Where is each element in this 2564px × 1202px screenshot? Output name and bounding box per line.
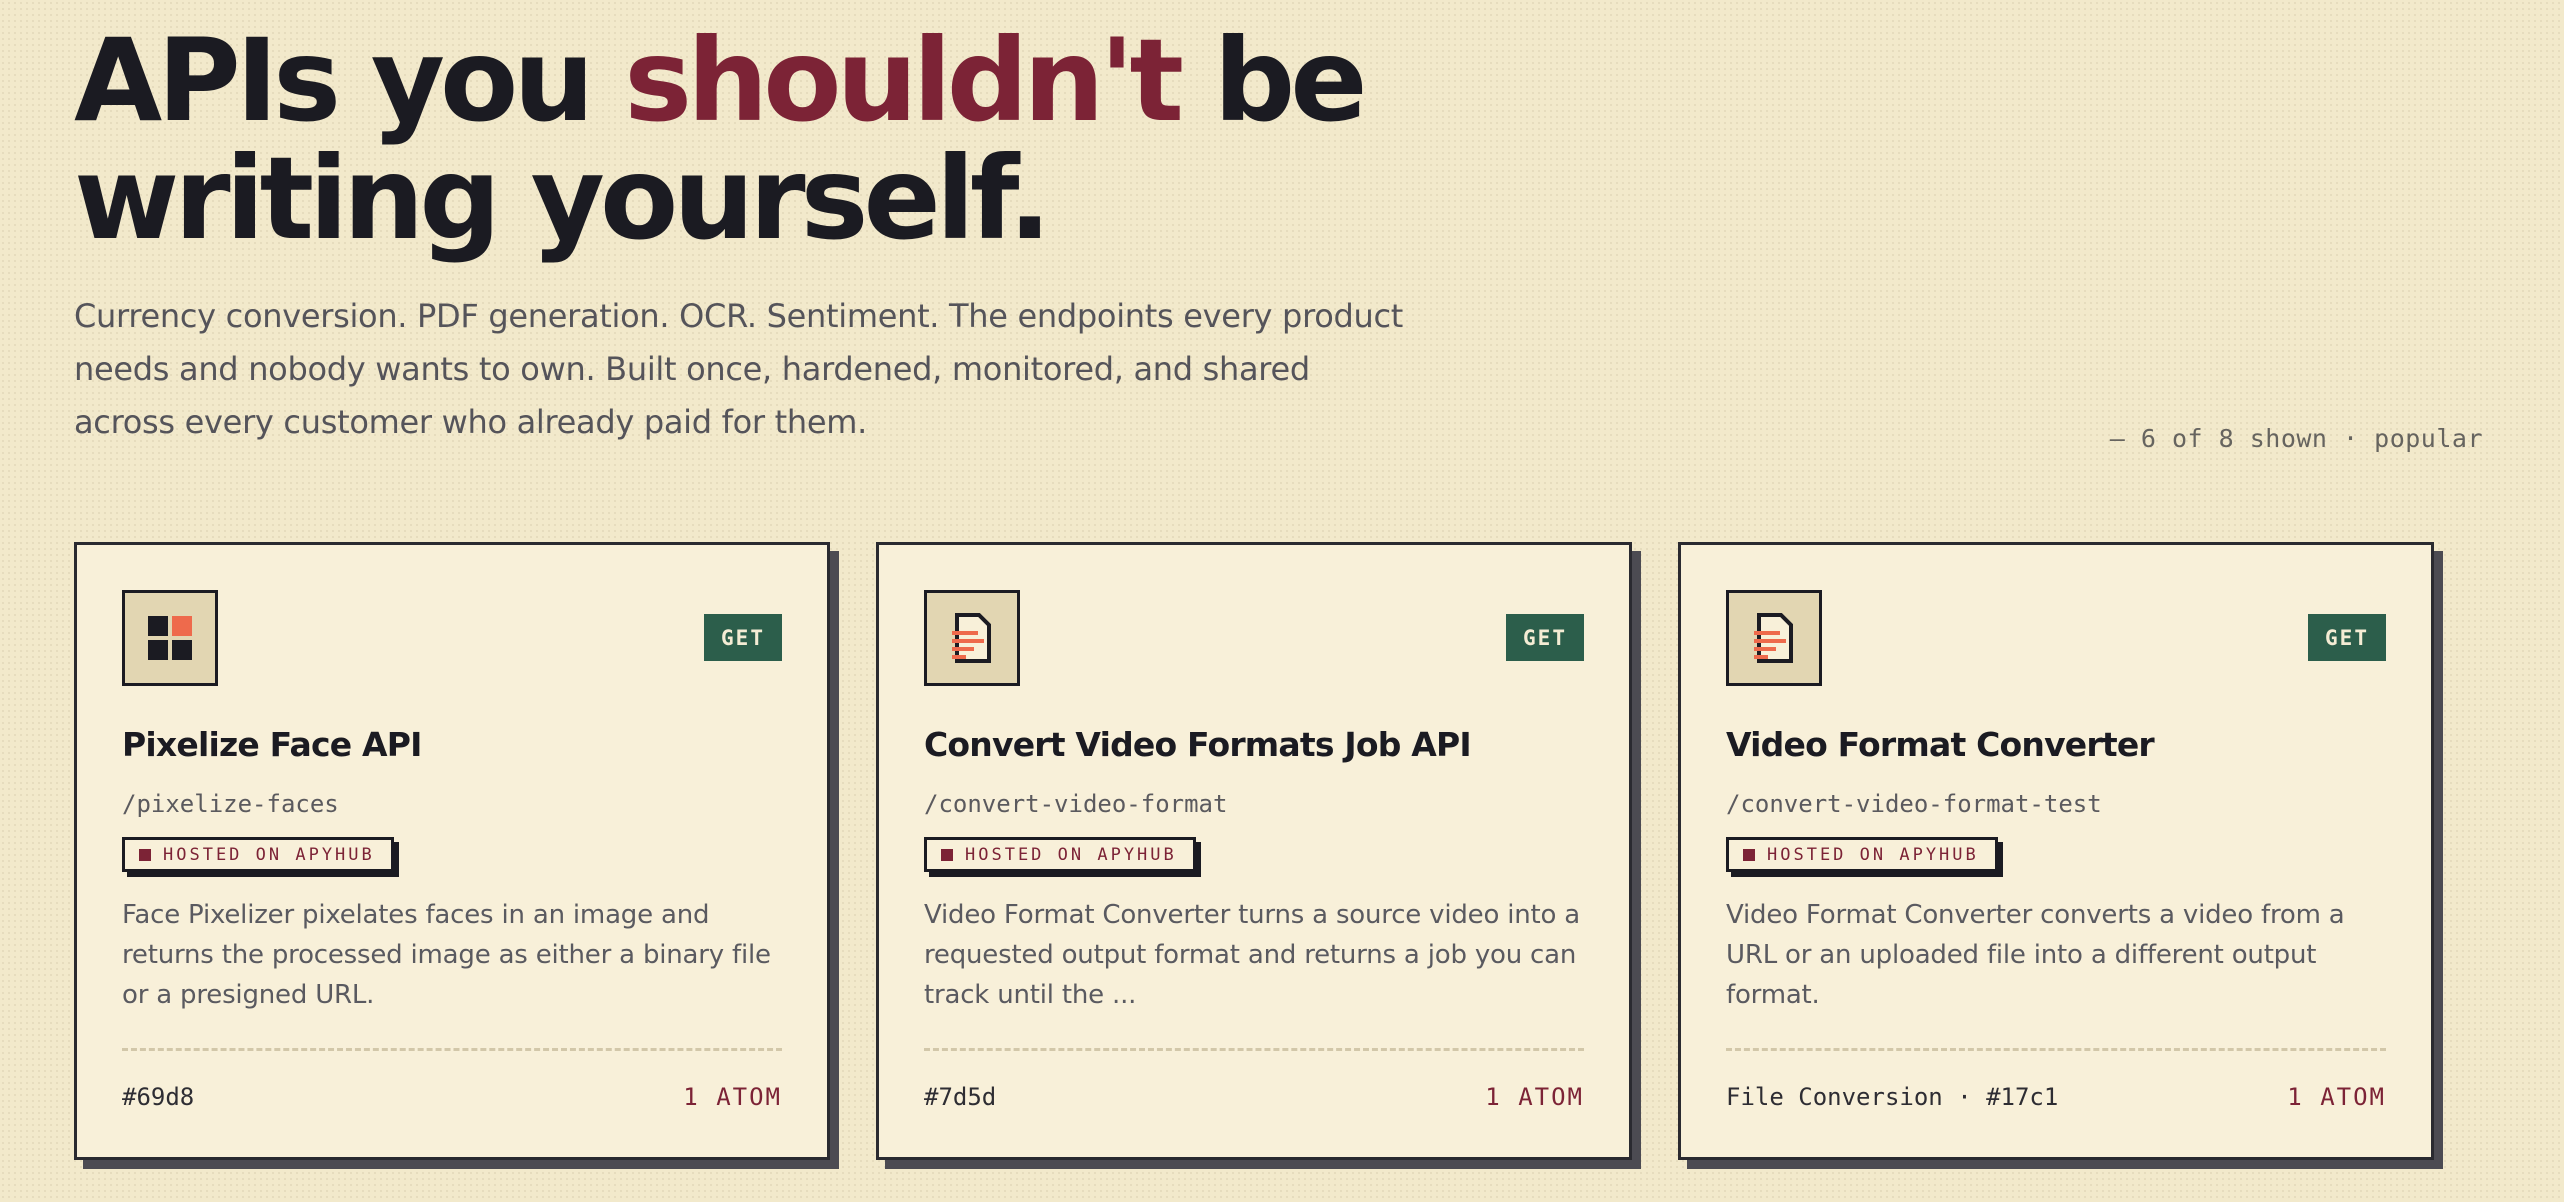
card-description: Video Format Converter converts a video … xyxy=(1726,900,2345,1010)
hosted-tag: HOSTED ON APYHUB xyxy=(924,837,1196,872)
card-meta: #7d5d xyxy=(924,1083,997,1111)
grid-tiles-icon xyxy=(122,590,218,686)
card-header: GET xyxy=(1726,590,2386,686)
card-description: Face Pixelizer pixelates faces in an ima… xyxy=(122,900,771,1010)
hosted-tag-label: HOSTED ON APYHUB xyxy=(1767,844,1979,865)
card-price: 1 ATOM xyxy=(2287,1083,2386,1111)
square-bullet-icon xyxy=(1743,848,1755,861)
card-footer: File Conversion · #17c1 1 ATOM xyxy=(1726,1081,2386,1113)
hero-section: APIs you shouldn't be writing yourself. … xyxy=(74,22,1474,449)
hosted-tag: HOSTED ON APYHUB xyxy=(1726,837,1998,872)
square-bullet-icon xyxy=(941,848,953,861)
card-title[interactable]: Pixelize Face API xyxy=(122,723,782,767)
card-endpoint-path: /convert-video-format xyxy=(924,790,1228,818)
card-price: 1 ATOM xyxy=(1485,1083,1584,1111)
hero-description: Currency conversion. PDF generation. OCR… xyxy=(74,297,1404,441)
results-count: — 6 of 8 shown · popular xyxy=(2109,424,2483,453)
card-meta: File Conversion · #17c1 xyxy=(1726,1083,2059,1111)
card-endpoint-path: /pixelize-faces xyxy=(122,790,339,818)
api-card-video-format-converter[interactable]: GET Video Format Converter /convert-vide… xyxy=(1678,542,2434,1160)
page-headline: APIs you shouldn't be writing yourself. xyxy=(74,22,1474,258)
card-divider xyxy=(924,1048,1584,1051)
headline-accent: shouldn't xyxy=(624,14,1184,147)
card-endpoint-path: /convert-video-format-test xyxy=(1726,790,2102,818)
hosted-tag: HOSTED ON APYHUB xyxy=(122,837,394,872)
api-card-pixelize-face[interactable]: GET Pixelize Face API /pixelize-faces HO… xyxy=(74,542,830,1160)
card-meta: #69d8 xyxy=(122,1083,195,1111)
card-footer: #69d8 1 ATOM xyxy=(122,1081,782,1113)
document-icon xyxy=(1726,590,1822,686)
hosted-tag-label: HOSTED ON APYHUB xyxy=(163,844,375,865)
card-header: GET xyxy=(924,590,1584,686)
card-footer: #7d5d 1 ATOM xyxy=(924,1081,1584,1113)
api-card-list: GET Pixelize Face API /pixelize-faces HO… xyxy=(74,542,2434,1160)
card-divider xyxy=(1726,1048,2386,1051)
card-divider xyxy=(122,1048,782,1051)
square-bullet-icon xyxy=(139,848,151,861)
card-description: Video Format Converter turns a source vi… xyxy=(924,900,1581,1010)
card-title[interactable]: Convert Video Formats Job API xyxy=(924,723,1584,767)
http-method-badge: GET xyxy=(704,614,782,661)
headline-part-1: APIs you xyxy=(74,14,625,147)
document-icon xyxy=(924,590,1020,686)
hosted-tag-label: HOSTED ON APYHUB xyxy=(965,844,1177,865)
api-card-convert-video-formats-job[interactable]: GET Convert Video Formats Job API /conve… xyxy=(876,542,1632,1160)
http-method-badge: GET xyxy=(1506,614,1584,661)
card-title[interactable]: Video Format Converter xyxy=(1726,723,2386,767)
card-price: 1 ATOM xyxy=(683,1083,782,1111)
http-method-badge: GET xyxy=(2308,614,2386,661)
card-header: GET xyxy=(122,590,782,686)
